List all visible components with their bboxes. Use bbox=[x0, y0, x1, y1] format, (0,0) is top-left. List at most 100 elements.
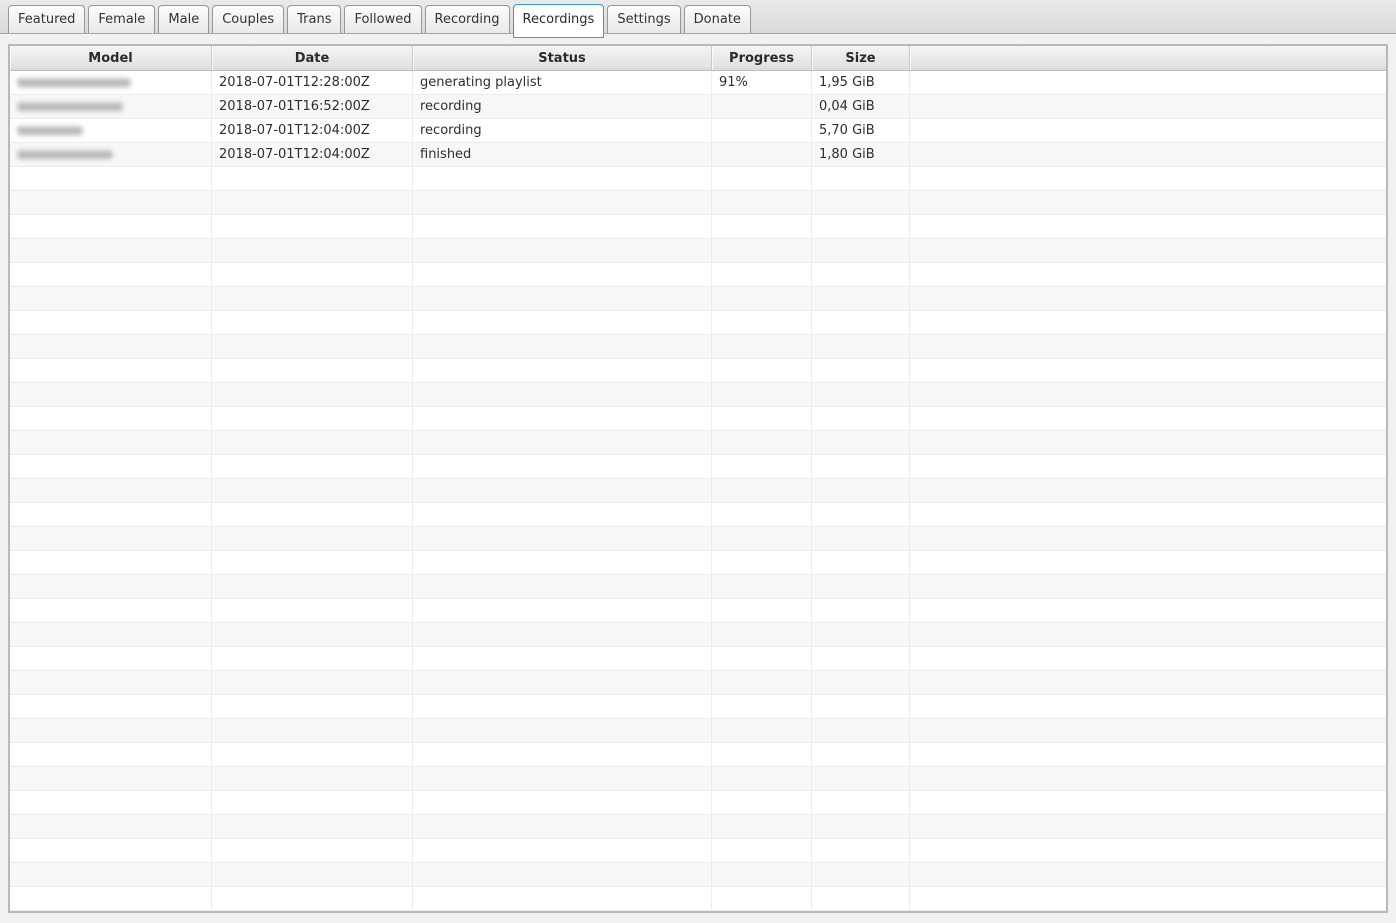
column-header-status[interactable]: Status bbox=[413, 46, 712, 70]
table-row-empty bbox=[10, 911, 1386, 913]
cell-status: finished bbox=[413, 143, 712, 166]
cell-size bbox=[812, 479, 910, 502]
column-header-filler bbox=[910, 46, 1386, 70]
cell-date bbox=[212, 767, 413, 790]
column-header-size[interactable]: Size bbox=[812, 46, 910, 70]
cell-date bbox=[212, 551, 413, 574]
cell-model bbox=[10, 191, 212, 214]
column-header-model[interactable]: Model bbox=[10, 46, 212, 70]
cell-progress bbox=[712, 239, 812, 262]
table-row-empty bbox=[10, 215, 1386, 239]
redacted-model-name bbox=[17, 126, 83, 135]
cell-model bbox=[10, 791, 212, 814]
cell-model bbox=[10, 119, 212, 142]
cell-size: 0,04 GiB bbox=[812, 95, 910, 118]
tab-trans[interactable]: Trans bbox=[287, 5, 341, 33]
cell-size bbox=[812, 575, 910, 598]
table-row[interactable]: 2018-07-01T12:04:00Zrecording5,70 GiB bbox=[10, 119, 1386, 143]
cell-date bbox=[212, 503, 413, 526]
cell-date bbox=[212, 863, 413, 886]
cell-size bbox=[812, 455, 910, 478]
cell-model bbox=[10, 815, 212, 838]
cell-date bbox=[212, 623, 413, 646]
cell-model bbox=[10, 503, 212, 526]
cell-date bbox=[212, 383, 413, 406]
tab-couples[interactable]: Couples bbox=[212, 5, 284, 33]
table-row[interactable]: 2018-07-01T16:52:00Zrecording0,04 GiB bbox=[10, 95, 1386, 119]
cell-filler bbox=[910, 815, 1386, 838]
cell-size bbox=[812, 431, 910, 454]
cell-status bbox=[413, 767, 712, 790]
cell-size bbox=[812, 599, 910, 622]
table-row-empty bbox=[10, 767, 1386, 791]
cell-status bbox=[413, 743, 712, 766]
cell-progress bbox=[712, 191, 812, 214]
cell-date: 2018-07-01T12:04:00Z bbox=[212, 119, 413, 142]
cell-progress bbox=[712, 551, 812, 574]
tab-settings[interactable]: Settings bbox=[607, 5, 680, 33]
table-row-empty bbox=[10, 335, 1386, 359]
tab-bar: FeaturedFemaleMaleCouplesTransFollowedRe… bbox=[0, 0, 1396, 34]
cell-date bbox=[212, 479, 413, 502]
cell-date bbox=[212, 911, 413, 913]
cell-model bbox=[10, 311, 212, 334]
cell-size bbox=[812, 359, 910, 382]
cell-model bbox=[10, 95, 212, 118]
table-row[interactable]: 2018-07-01T12:28:00Zgenerating playlist9… bbox=[10, 71, 1386, 95]
cell-filler bbox=[910, 335, 1386, 358]
cell-filler bbox=[910, 551, 1386, 574]
cell-status bbox=[413, 407, 712, 430]
table-row-empty bbox=[10, 359, 1386, 383]
cell-status bbox=[413, 815, 712, 838]
cell-status bbox=[413, 503, 712, 526]
cell-size: 5,70 GiB bbox=[812, 119, 910, 142]
cell-date: 2018-07-01T12:04:00Z bbox=[212, 143, 413, 166]
tab-followed[interactable]: Followed bbox=[344, 5, 421, 33]
cell-status bbox=[413, 191, 712, 214]
tab-female[interactable]: Female bbox=[88, 5, 155, 33]
cell-model bbox=[10, 719, 212, 742]
cell-status bbox=[413, 911, 712, 913]
cell-filler bbox=[910, 287, 1386, 310]
cell-size bbox=[812, 191, 910, 214]
redacted-model-name bbox=[17, 102, 123, 111]
cell-date bbox=[212, 887, 413, 910]
table-row-empty bbox=[10, 431, 1386, 455]
column-header-date[interactable]: Date bbox=[212, 46, 413, 70]
cell-progress bbox=[712, 911, 812, 913]
cell-model bbox=[10, 167, 212, 190]
cell-filler bbox=[910, 239, 1386, 262]
cell-model bbox=[10, 479, 212, 502]
cell-date bbox=[212, 239, 413, 262]
cell-status bbox=[413, 527, 712, 550]
cell-date bbox=[212, 815, 413, 838]
cell-progress bbox=[712, 527, 812, 550]
table-row[interactable]: 2018-07-01T12:04:00Zfinished 1,80 GiB bbox=[10, 143, 1386, 167]
cell-size: 1,80 GiB bbox=[812, 143, 910, 166]
cell-size bbox=[812, 551, 910, 574]
tab-donate[interactable]: Donate bbox=[684, 5, 751, 33]
tab-male[interactable]: Male bbox=[158, 5, 209, 33]
cell-date bbox=[212, 359, 413, 382]
cell-filler bbox=[910, 191, 1386, 214]
tab-featured[interactable]: Featured bbox=[8, 5, 85, 33]
cell-date bbox=[212, 647, 413, 670]
tab-recording[interactable]: Recording bbox=[425, 5, 510, 33]
cell-size bbox=[812, 887, 910, 910]
column-header-progress[interactable]: Progress bbox=[712, 46, 812, 70]
tab-recordings[interactable]: Recordings bbox=[513, 4, 605, 38]
cell-progress bbox=[712, 839, 812, 862]
table-row-empty bbox=[10, 695, 1386, 719]
recordings-table: ModelDateStatusProgressSize 2018-07-01T1… bbox=[8, 44, 1388, 913]
cell-model bbox=[10, 839, 212, 862]
cell-filler bbox=[910, 695, 1386, 718]
cell-size bbox=[812, 815, 910, 838]
cell-size bbox=[812, 407, 910, 430]
cell-status bbox=[413, 647, 712, 670]
cell-status bbox=[413, 887, 712, 910]
cell-date bbox=[212, 407, 413, 430]
cell-progress: 91% bbox=[712, 71, 812, 94]
cell-progress bbox=[712, 287, 812, 310]
cell-status: generating playlist bbox=[413, 71, 712, 94]
table-row-empty bbox=[10, 263, 1386, 287]
